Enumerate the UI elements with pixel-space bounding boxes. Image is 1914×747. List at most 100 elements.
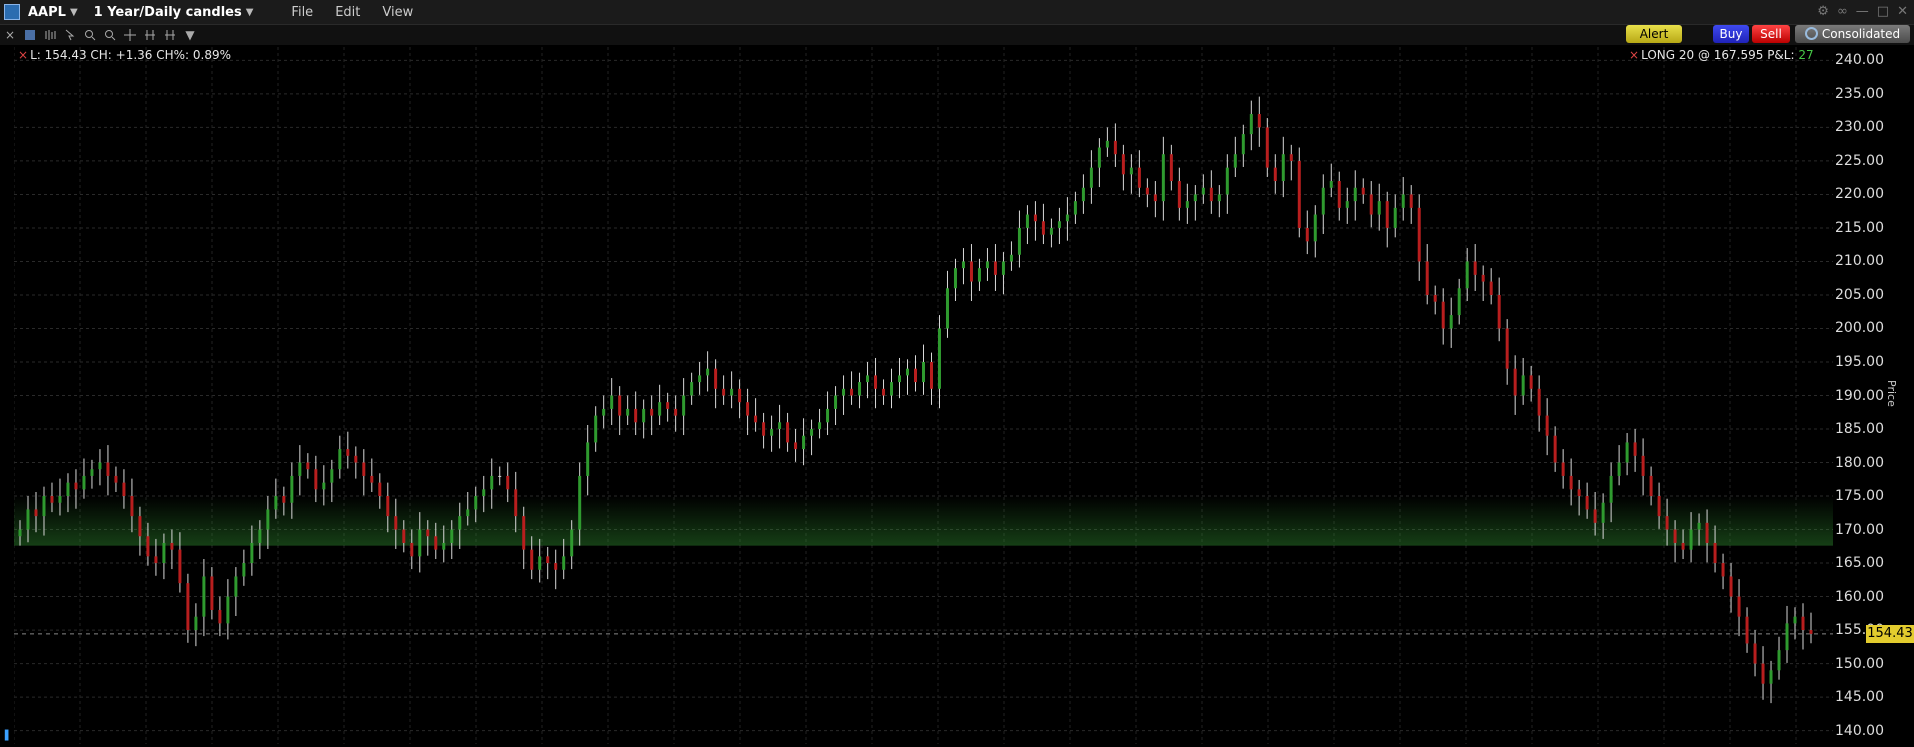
candle xyxy=(762,412,766,449)
candle-body xyxy=(466,509,470,517)
candle-body xyxy=(770,429,774,436)
candle-body xyxy=(874,375,878,389)
candle-body xyxy=(1657,496,1661,517)
candle-body xyxy=(362,462,366,476)
maximize-icon[interactable]: □ xyxy=(1877,4,1889,19)
candle-body xyxy=(1569,475,1573,490)
alert-button[interactable]: Alert xyxy=(1626,25,1682,43)
candle xyxy=(298,445,302,496)
candle xyxy=(1809,612,1813,644)
candle-body xyxy=(1553,435,1557,463)
buy-button[interactable]: Buy xyxy=(1713,25,1749,43)
candle xyxy=(1473,244,1477,291)
candle-body xyxy=(842,388,846,396)
menu-view[interactable]: View xyxy=(382,5,413,20)
candle xyxy=(850,371,854,405)
candle-body xyxy=(1689,529,1693,550)
candle-body xyxy=(850,388,854,396)
candle xyxy=(778,404,782,449)
candle-body xyxy=(506,475,510,490)
period-dropdown-icon[interactable]: ▼ xyxy=(246,7,254,18)
candle-body xyxy=(1729,576,1733,597)
candle xyxy=(842,375,846,415)
candle-body xyxy=(106,462,110,476)
candle xyxy=(1641,438,1645,496)
close-position-icon[interactable]: × xyxy=(1629,48,1639,62)
close-panel-icon[interactable]: × xyxy=(2,28,18,42)
candle-body xyxy=(114,475,118,483)
candle-body xyxy=(1329,181,1333,188)
candle xyxy=(1353,170,1357,221)
price-tick-label: 145.00 xyxy=(1835,689,1884,706)
chart-type-icon[interactable] xyxy=(22,28,38,42)
close-readout-icon[interactable]: × xyxy=(18,48,28,62)
candle xyxy=(186,573,190,643)
candle-body xyxy=(1561,462,1565,476)
zoom-out-icon[interactable] xyxy=(102,28,118,42)
price-chart[interactable] xyxy=(14,47,1833,744)
chart-corner-icon[interactable]: ❚ xyxy=(2,728,12,742)
candle-body xyxy=(1297,160,1301,228)
minimize-icon[interactable]: — xyxy=(1856,4,1869,19)
candle xyxy=(1521,357,1525,405)
candle-body xyxy=(122,482,126,497)
candle xyxy=(1057,207,1061,245)
refresh-icon xyxy=(1804,27,1818,40)
chart-period-selector[interactable]: 1 Year/Daily candles xyxy=(94,5,242,20)
candle-body xyxy=(1625,442,1629,463)
candle-body xyxy=(490,475,494,490)
candle-body xyxy=(730,388,734,396)
link-icon[interactable]: ∞ xyxy=(1837,4,1848,19)
candle-body xyxy=(1417,207,1421,262)
candle-body xyxy=(1385,201,1389,228)
candle-body xyxy=(82,475,86,490)
crosshair-icon[interactable] xyxy=(122,28,138,42)
candle-body xyxy=(474,496,478,510)
bar-settings-icon[interactable] xyxy=(42,28,58,42)
candle-body xyxy=(914,368,917,383)
position-text: LONG 20 @ 167.595 P&L: xyxy=(1641,48,1795,62)
candle xyxy=(626,395,630,425)
window-controls: ⚙ ∞ — □ ✕ xyxy=(1817,4,1908,19)
menu-edit[interactable]: Edit xyxy=(335,5,360,20)
consolidated-button[interactable]: Consolidated xyxy=(1795,25,1910,43)
close-icon[interactable]: ✕ xyxy=(1897,4,1908,19)
dropdown-icon[interactable]: ▼ xyxy=(182,28,198,42)
candle xyxy=(1329,163,1333,198)
candle xyxy=(610,378,614,425)
candle-body xyxy=(690,382,694,396)
candle xyxy=(1137,150,1141,198)
symbol-dropdown-icon[interactable]: ▼ xyxy=(70,7,78,18)
price-tick-label: 170.00 xyxy=(1835,521,1884,538)
candle xyxy=(1081,174,1085,214)
candle-body xyxy=(1209,187,1213,202)
candle xyxy=(1257,96,1261,147)
candle xyxy=(1153,181,1157,218)
candle-body xyxy=(234,576,238,597)
candle xyxy=(1801,603,1805,650)
sell-button[interactable]: Sell xyxy=(1752,25,1790,43)
candle-body xyxy=(1089,167,1093,188)
menu-file[interactable]: File xyxy=(291,5,313,20)
zoom-in-icon[interactable] xyxy=(82,28,98,42)
compare-split-icon[interactable] xyxy=(162,28,178,42)
candle xyxy=(1121,144,1125,191)
settings-icon[interactable]: ⚙ xyxy=(1817,4,1829,19)
candle-body xyxy=(274,496,278,510)
symbol-selector[interactable]: AAPL xyxy=(28,5,66,20)
candle-body xyxy=(1609,475,1613,503)
candle-body xyxy=(1641,455,1645,476)
candle xyxy=(890,368,894,409)
candle-body xyxy=(866,375,870,383)
compare-icon[interactable] xyxy=(142,28,158,42)
candle-body xyxy=(1745,616,1749,644)
candle-body xyxy=(890,382,894,396)
candle xyxy=(658,384,662,425)
candle-body xyxy=(90,469,94,476)
cursor-icon[interactable] xyxy=(62,28,78,42)
candle-body xyxy=(1217,194,1221,202)
candle-body xyxy=(346,449,350,456)
candle xyxy=(1721,553,1725,590)
candle xyxy=(1233,136,1237,178)
candle-body xyxy=(170,542,174,550)
